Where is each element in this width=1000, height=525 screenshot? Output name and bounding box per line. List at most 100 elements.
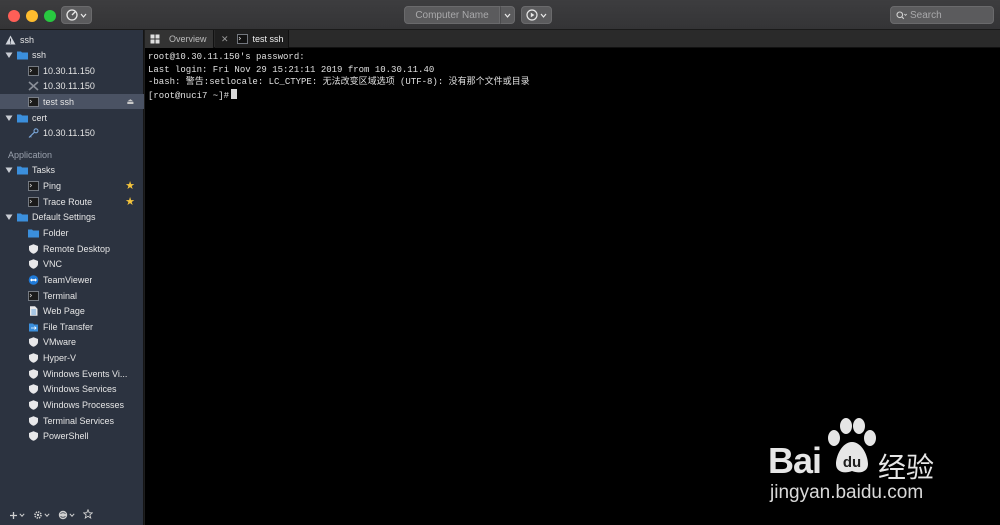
terminal-prompt-line: [root@nuci7 ~]# [148, 88, 1000, 102]
sidebar-item-label: test ssh [43, 96, 75, 107]
sidebar-item-remote-desktop[interactable]: Remote Desktop [0, 241, 144, 256]
chevron-down-icon [19, 513, 25, 517]
disclosure-down-icon [5, 214, 13, 220]
close-icon[interactable]: ✕ [221, 34, 229, 45]
sidebar-item-web-page[interactable]: Web Page [0, 303, 144, 318]
sidebar-item-teamviewer[interactable]: TeamViewer [0, 272, 144, 287]
add-menu-button[interactable] [9, 511, 25, 520]
section-header-application: Application [8, 150, 53, 160]
sidebar-item-terminal[interactable]: Terminal [0, 288, 144, 303]
terminal-line: root@10.30.11.150's password: [148, 52, 305, 62]
tab-overview[interactable]: Overview [145, 30, 214, 48]
folder-icon [17, 166, 28, 174]
sidebar-item-ssh-host-1[interactable]: 10.30.11.150 [0, 63, 144, 78]
sidebar-item-label: cert [32, 112, 48, 123]
sidebar-folder-ssh[interactable]: ssh [0, 47, 144, 62]
sidebar-item-ping[interactable]: Ping ★ [0, 178, 144, 193]
baidu-jingyan-watermark: du Bai 经验 jingyan.baidu.com [760, 416, 990, 516]
sidebar-item-label: Ping [43, 180, 62, 191]
sidebar-item-label: Web Page [43, 305, 85, 316]
disclosure-down-icon [5, 167, 13, 173]
shield-icon [29, 399, 38, 410]
watermark-cn: 经验 [878, 452, 935, 483]
sidebar-item-vnc[interactable]: VNC [0, 256, 144, 271]
terminal-line: -bash: 警告:setlocale: LC_CTYPE: 无法改变区域选项 … [148, 77, 530, 87]
terminal-icon [28, 65, 39, 76]
favorite-star-icon[interactable]: ★ [125, 179, 135, 192]
tab-label: Overview [169, 34, 207, 44]
document-icon [30, 305, 38, 316]
sidebar-item-folder[interactable]: Folder [0, 225, 144, 240]
sidebar-item-label: Remote Desktop [43, 243, 111, 254]
sidebar-item-windows-processes[interactable]: Windows Processes [0, 397, 144, 412]
sidebar-item-ssh-host-2[interactable]: 10.30.11.150 [0, 78, 144, 93]
shield-icon [29, 336, 38, 347]
sidebar-item-label: 10.30.11.150 [43, 80, 95, 91]
chevron-down-icon [504, 13, 511, 18]
tab-bar: Overview ✕ test ssh [145, 30, 1000, 48]
sidebar-item-windows-events-viewer[interactable]: Windows Events Vi... [0, 366, 144, 381]
sidebar-item-file-transfer[interactable]: File Transfer [0, 319, 144, 334]
sidebar-item-label: Default Settings [32, 211, 96, 222]
sidebar-item-label: ssh [32, 49, 47, 60]
sidebar-item-hyper-v[interactable]: Hyper-V [0, 350, 144, 365]
sidebar-item-powershell[interactable]: PowerShell [0, 428, 144, 443]
gear-icon [34, 511, 42, 519]
computer-name-dropdown[interactable] [500, 6, 515, 24]
sidebar-item-terminal-services[interactable]: Terminal Services [0, 413, 144, 428]
sidebar-item-label: Trace Route [43, 196, 93, 207]
terminal-icon [236, 34, 248, 44]
sidebar-item-label: 10.30.11.150 [43, 65, 95, 76]
watermark-brand: Bai [768, 440, 822, 481]
globe-icon [58, 510, 68, 520]
sidebar-item-label: ssh [20, 34, 35, 45]
terminal-icon [28, 290, 39, 301]
shield-icon [29, 243, 38, 254]
sidebar-footer [0, 505, 144, 525]
sidebar-item-cert-host[interactable]: 10.30.11.150 [0, 125, 144, 140]
app-menu-button[interactable] [61, 6, 92, 24]
close-window-button[interactable] [8, 10, 20, 22]
play-icon [526, 9, 538, 21]
search-icon [896, 10, 907, 19]
folder-icon [17, 51, 28, 59]
chevron-down-icon [44, 513, 50, 517]
folder-icon [28, 229, 39, 237]
terminal-icon [28, 196, 39, 207]
computer-name-field[interactable]: Computer Name [404, 6, 500, 24]
favorites-button[interactable] [82, 508, 94, 522]
folder-icon [17, 213, 28, 221]
sidebar-item-label: File Transfer [43, 321, 94, 332]
minimize-window-button[interactable] [26, 10, 38, 22]
key-icon [28, 127, 39, 138]
sidebar-item-label: 10.30.11.150 [43, 127, 95, 138]
watermark-url: jingyan.baidu.com [770, 482, 924, 503]
tab-test-ssh[interactable]: ✕ test ssh [215, 30, 289, 48]
sidebar-root-ssh[interactable]: ssh [0, 32, 144, 47]
disconnected-icon [28, 80, 39, 91]
favorite-star-icon[interactable]: ★ [125, 195, 135, 208]
sidebar-item-label: PowerShell [43, 430, 89, 441]
zoom-window-button[interactable] [44, 10, 56, 22]
sidebar-folder-cert[interactable]: cert [0, 110, 144, 125]
sidebar-item-vmware[interactable]: VMware [0, 334, 144, 349]
chevron-down-icon [80, 13, 87, 18]
sidebar-folder-tasks[interactable]: Tasks [0, 162, 144, 177]
play-button[interactable] [521, 6, 552, 24]
plus-icon [10, 511, 17, 519]
tab-label: test ssh [252, 34, 284, 44]
sidebar-folder-default-settings[interactable]: Default Settings [0, 209, 144, 224]
warning-icon [5, 35, 16, 44]
shield-icon [29, 383, 38, 394]
sidebar-item-label: Terminal [43, 290, 78, 301]
sidebar-item-windows-services[interactable]: Windows Services [0, 381, 144, 396]
sidebar-item-label: Hyper-V [43, 352, 77, 363]
sidebar-item-test-ssh[interactable]: test ssh ⏏ [0, 94, 144, 109]
search-box[interactable] [890, 6, 994, 24]
search-input[interactable] [910, 9, 980, 21]
terminal-icon [28, 180, 39, 191]
eject-icon[interactable]: ⏏ [126, 97, 134, 106]
connect-menu-button[interactable] [58, 510, 75, 520]
settings-menu-button[interactable] [33, 510, 50, 520]
sidebar-item-trace-route[interactable]: Trace Route ★ [0, 194, 144, 209]
